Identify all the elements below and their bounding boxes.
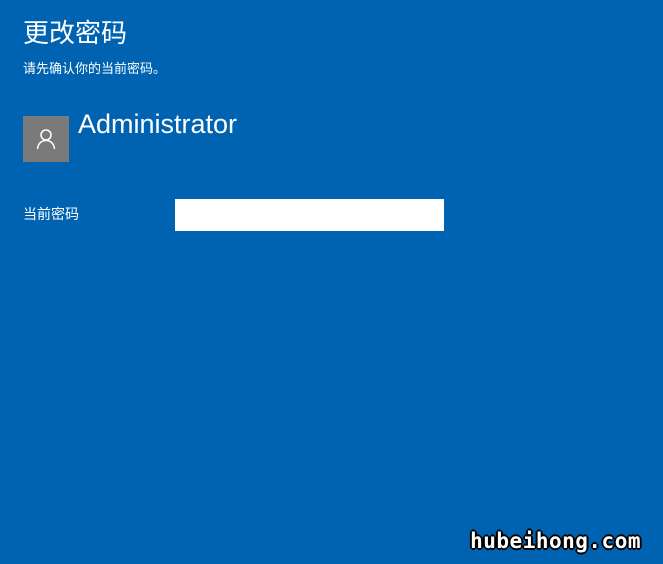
- person-icon: [36, 129, 56, 150]
- user-name: Administrator: [78, 109, 238, 139]
- page-title: 更改密码: [23, 19, 128, 49]
- avatar: [23, 116, 69, 162]
- page-subtitle: 请先确认你的当前密码。: [23, 62, 167, 77]
- current-password-label: 当前密码: [23, 207, 79, 223]
- current-password-input[interactable]: [175, 199, 444, 231]
- watermark-text: hubeihong.com: [470, 529, 641, 553]
